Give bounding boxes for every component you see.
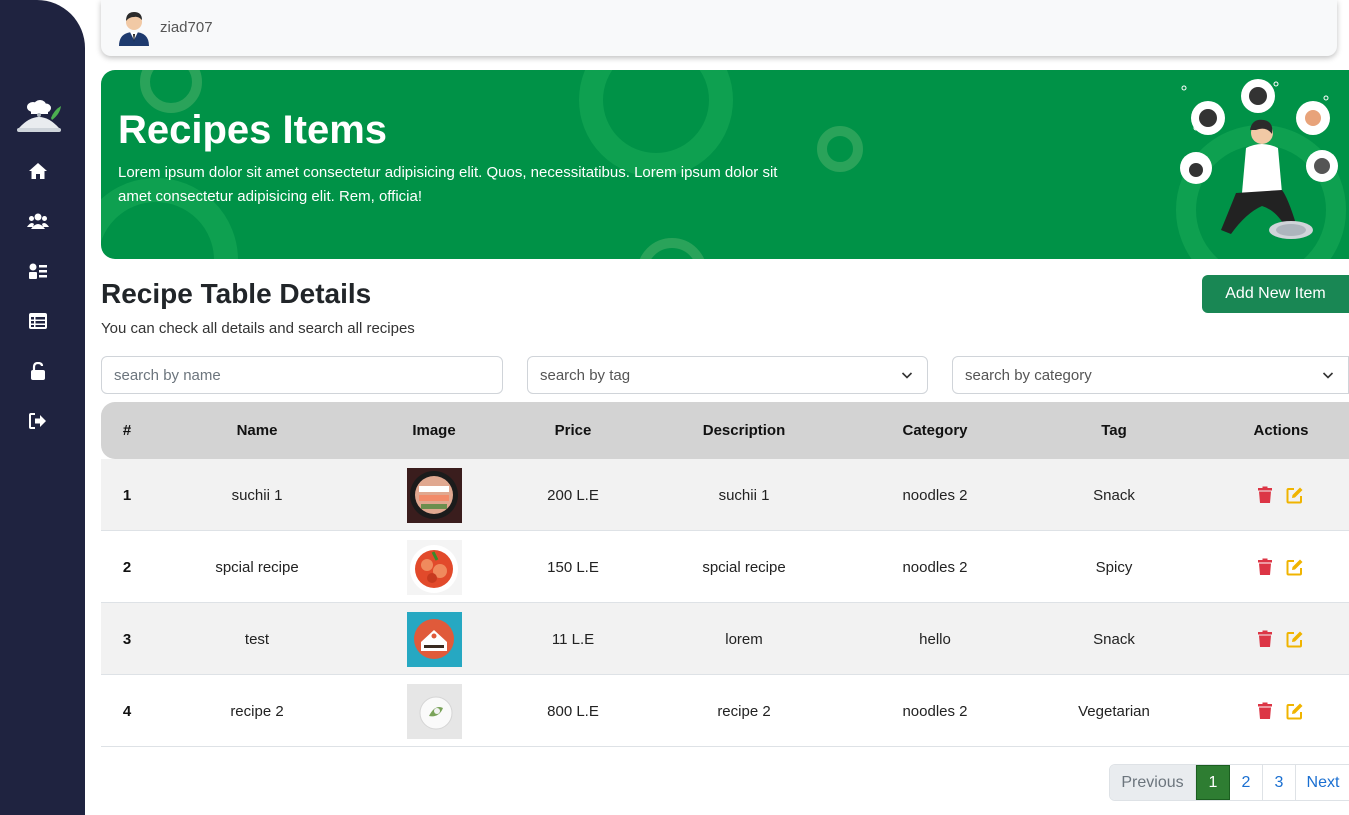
username: ziad707 [160, 19, 213, 36]
sidebar-item-categories[interactable] [27, 310, 49, 332]
sidebar-item-change-password[interactable] [27, 360, 49, 382]
logout-icon [29, 413, 46, 429]
hero-title: Recipes Items [118, 108, 388, 152]
search-name-field [101, 356, 503, 394]
trash-icon[interactable] [1256, 630, 1274, 648]
recipe-name: test [244, 631, 270, 648]
recipe-category: hello [919, 631, 951, 648]
category-select[interactable]: search by category [952, 356, 1349, 394]
chef-illustration-icon [1180, 79, 1338, 239]
trash-icon[interactable] [1256, 558, 1274, 576]
pagination-page-1[interactable]: 1 [1196, 765, 1230, 800]
pagination-page-2[interactable]: 2 [1230, 765, 1263, 800]
chef-logo-icon [16, 100, 62, 140]
column-header-price: Price [554, 422, 592, 439]
recipe-description: suchii 1 [718, 487, 770, 504]
section-subtitle: You can check all details and search all… [101, 320, 415, 337]
add-new-item-button[interactable]: Add New Item [1202, 275, 1349, 313]
recipe-description: recipe 2 [717, 703, 771, 720]
hero-banner: Recipes Items Lorem ipsum dolor sit amet… [101, 70, 1349, 259]
table-row: 3 test 11 L.E lorem hello Snack [101, 603, 1349, 675]
recipe-image [407, 612, 462, 667]
table-row: 2 spcial recipe 150 L.E spcial recipe no… [101, 531, 1349, 603]
column-header-tag: Tag [1101, 422, 1127, 439]
search-name-input[interactable] [114, 366, 502, 384]
sidebar [0, 0, 85, 815]
section-title: Recipe Table Details [101, 278, 372, 309]
edit-icon[interactable] [1286, 702, 1304, 720]
column-header-category: Category [902, 422, 968, 439]
edit-icon[interactable] [1286, 558, 1304, 576]
recipe-description: spcial recipe [702, 559, 786, 576]
table-row: 4 recipe 2 800 L.E recipe 2 noodles 2 Ve… [101, 675, 1349, 747]
recipe-image [407, 468, 462, 523]
pagination-previous[interactable]: Previous [1110, 765, 1196, 800]
row-number: 4 [122, 703, 132, 720]
recipe-price: 11 L.E [551, 631, 595, 648]
category-select-value: search by category [965, 366, 1092, 384]
sidebar-item-recipes[interactable] [27, 260, 49, 282]
recipe-description: lorem [725, 631, 763, 648]
column-header-actions: Actions [1253, 422, 1309, 439]
recipe-image [407, 684, 462, 739]
table-row: 1 suchii 1 200 L.E suchii 1 noodles 2 Sn… [101, 459, 1349, 531]
tag-select-value: search by tag [540, 366, 631, 384]
pagination-page-3[interactable]: 3 [1263, 765, 1296, 800]
edit-icon[interactable] [1286, 486, 1304, 504]
recipe-image [407, 540, 462, 595]
trash-icon[interactable] [1256, 702, 1274, 720]
recipe-price: 800 L.E [547, 703, 599, 720]
tag-select[interactable]: search by tag [527, 356, 928, 394]
edit-icon[interactable] [1286, 630, 1304, 648]
chevron-down-icon [1322, 372, 1334, 379]
column-header-image: Image [412, 422, 456, 439]
trash-icon[interactable] [1256, 486, 1274, 504]
sidebar-item-users[interactable] [27, 210, 49, 232]
recipe-tag: Vegetarian [1078, 703, 1150, 720]
row-number: 1 [122, 487, 132, 504]
table-icon [29, 313, 47, 329]
home-icon [29, 163, 47, 179]
recipe-category: noodles 2 [902, 487, 968, 504]
recipe-name: recipe 2 [230, 703, 284, 720]
row-number: 3 [122, 631, 132, 648]
recipe-tag: Spicy [1095, 559, 1133, 576]
table-header: # Name Image Price Description Category … [101, 402, 1349, 459]
sidebar-item-home[interactable] [27, 160, 49, 182]
pagination: Previous 1 2 3 Next [1109, 764, 1349, 801]
recipe-price: 150 L.E [547, 559, 599, 576]
hero-description: Lorem ipsum dolor sit amet consectetur a… [118, 164, 778, 205]
recipe-category: noodles 2 [902, 703, 968, 720]
column-header-description: Description [702, 422, 786, 439]
top-navbar: ziad707 [101, 0, 1337, 56]
column-header-number: # [122, 422, 132, 439]
recipe-price: 200 L.E [547, 487, 599, 504]
recipe-tag: Snack [1093, 487, 1135, 504]
unlock-icon [31, 362, 45, 380]
sidebar-item-logout[interactable] [27, 410, 49, 432]
chevron-down-icon [901, 372, 913, 379]
column-header-name: Name [236, 422, 278, 439]
recipe-category: noodles 2 [902, 559, 968, 576]
users-icon [27, 213, 49, 229]
pagination-next[interactable]: Next [1296, 765, 1349, 800]
recipe-tag: Snack [1093, 631, 1135, 648]
recipe-name: spcial recipe [215, 559, 299, 576]
recipe-list-icon [29, 263, 47, 279]
avatar[interactable] [117, 8, 151, 46]
recipe-name: suchii 1 [231, 487, 283, 504]
row-number: 2 [122, 559, 132, 576]
